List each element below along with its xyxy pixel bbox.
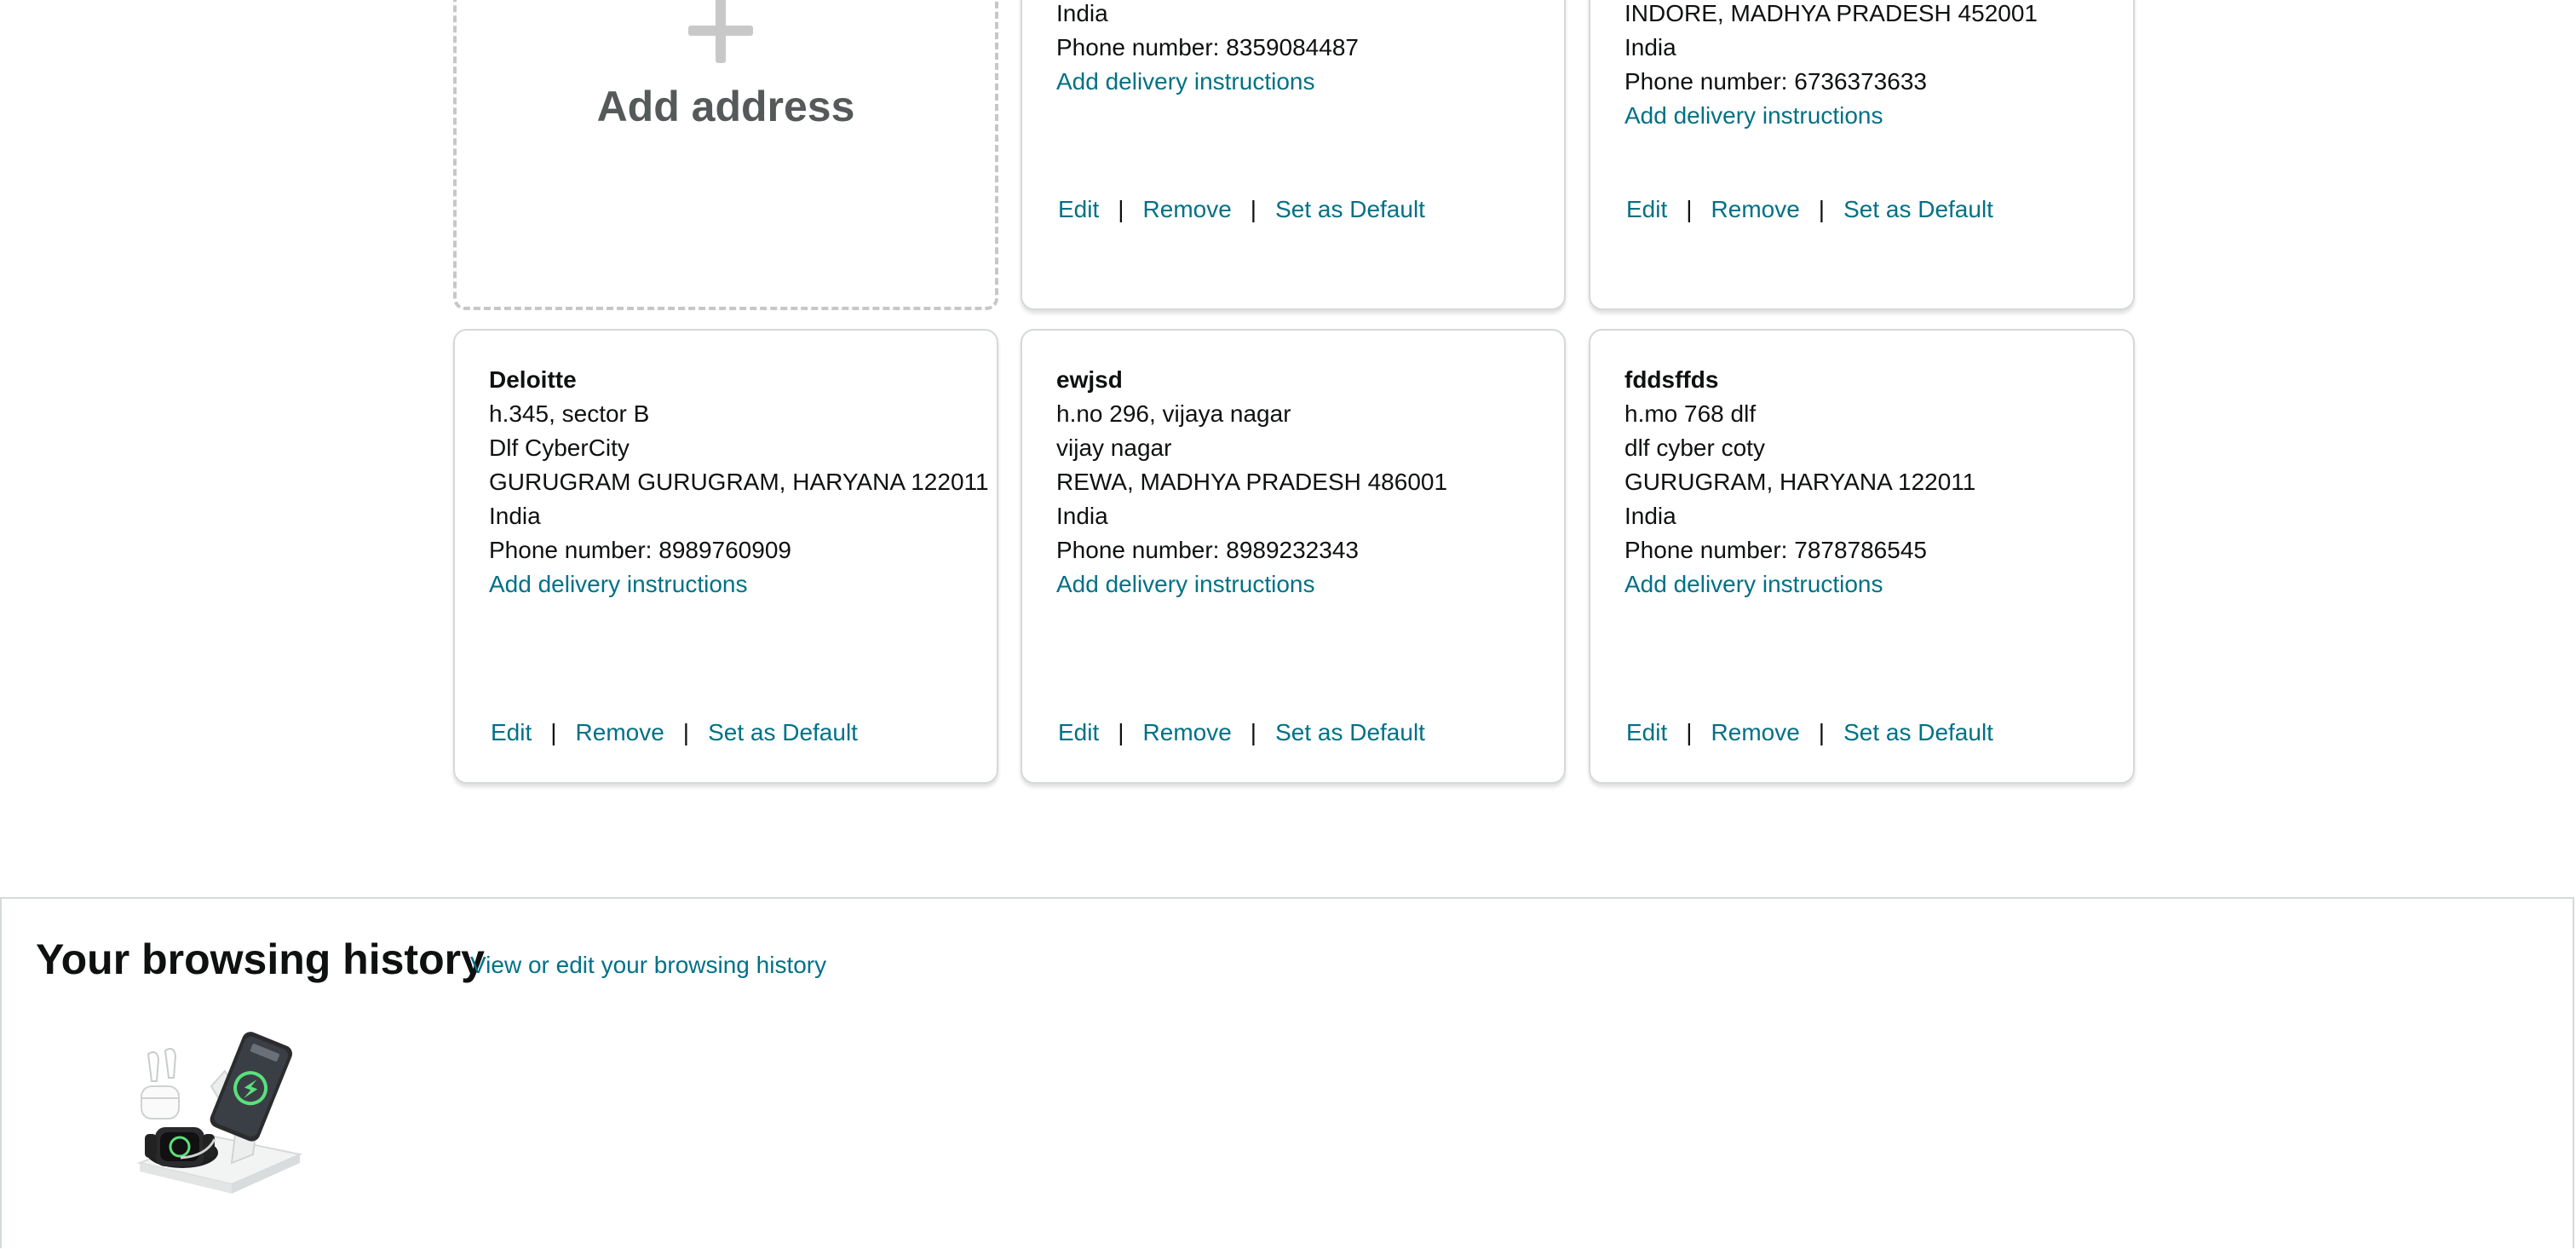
separator: | <box>1250 196 1257 222</box>
remove-link[interactable]: Remove <box>1711 196 1800 222</box>
address-phone: Phone number: 8989760909 <box>489 537 791 563</box>
address-line-1: h.345, sector B <box>489 400 650 427</box>
charger-product-illustration <box>136 1032 303 1194</box>
separator: | <box>1818 196 1826 222</box>
edit-link[interactable]: Edit <box>1626 196 1667 222</box>
address-line-2: vijay nagar <box>1056 435 1172 461</box>
address-name: ewjsd <box>1056 366 1123 393</box>
address-line-1: h.mo 768 dlf <box>1624 400 1757 427</box>
remove-link[interactable]: Remove <box>1143 196 1232 222</box>
edit-link[interactable]: Edit <box>1058 196 1099 222</box>
address-city-state: GURUGRAM, HARYANA 122011 <box>1624 469 1976 495</box>
wireless-charger-stand-product-image[interactable] <box>129 1027 308 1206</box>
address-details: INDORE, MADHYA PRADESH 452001 India Phon… <box>1624 0 2038 133</box>
add-delivery-instructions-link[interactable]: Add delivery instructions <box>1624 567 1975 601</box>
address-actions: Edit | Remove | Set as Default <box>1058 716 1425 750</box>
set-default-link[interactable]: Set as Default <box>1275 719 1425 745</box>
address-card: India Phone number: 8359084487 Add deliv… <box>1021 0 1566 310</box>
address-line-2: Dlf CyberCity <box>489 435 630 461</box>
address-phone: Phone number: 8359084487 <box>1056 34 1359 60</box>
separator: | <box>550 719 557 745</box>
browsing-history-title: Your browsing history <box>36 935 485 983</box>
address-city-state: REWA, MADHYA PRADESH 486001 <box>1056 469 1448 495</box>
add-address-card[interactable]: Add address <box>453 0 998 310</box>
separator: | <box>682 719 690 745</box>
address-city-state: GURUGRAM GURUGRAM, HARYANA 122011 <box>489 469 989 495</box>
address-actions: Edit | Remove | Set as Default <box>1626 193 1993 227</box>
separator: | <box>1118 196 1124 222</box>
add-delivery-instructions-link[interactable]: Add delivery instructions <box>1056 65 1359 99</box>
address-country: India <box>489 503 541 529</box>
address-name: fddsffds <box>1624 366 1719 393</box>
address-country: India <box>1624 34 1676 60</box>
address-details: India Phone number: 8359084487 Add deliv… <box>1056 0 1359 99</box>
edit-link[interactable]: Edit <box>491 719 532 745</box>
address-actions: Edit | Remove | Set as Default <box>1626 716 1993 750</box>
separator: | <box>1818 719 1826 745</box>
address-country: India <box>1056 503 1108 529</box>
view-edit-browsing-history-link[interactable]: View or edit your browsing history <box>470 952 826 979</box>
separator: | <box>1686 719 1693 745</box>
address-card: INDORE, MADHYA PRADESH 452001 India Phon… <box>1589 0 2135 310</box>
address-phone: Phone number: 7878786545 <box>1624 537 1927 563</box>
set-default-link[interactable]: Set as Default <box>1843 719 1993 745</box>
address-details: Deloitte h.345, sector B Dlf CyberCity G… <box>489 363 989 601</box>
add-delivery-instructions-link[interactable]: Add delivery instructions <box>1056 567 1447 601</box>
set-default-link[interactable]: Set as Default <box>708 719 858 745</box>
address-line-1: h.no 296, vijaya nagar <box>1056 400 1291 427</box>
address-name: Deloitte <box>489 366 577 393</box>
plus-icon <box>688 0 753 63</box>
remove-link[interactable]: Remove <box>1143 719 1232 745</box>
set-default-link[interactable]: Set as Default <box>1275 196 1425 222</box>
address-city-state: INDORE, MADHYA PRADESH 452001 <box>1624 0 2038 26</box>
address-line-2: dlf cyber coty <box>1624 435 1765 461</box>
address-phone: Phone number: 6736373633 <box>1624 68 1927 95</box>
address-phone: Phone number: 8989232343 <box>1056 537 1359 563</box>
edit-link[interactable]: Edit <box>1626 719 1667 745</box>
address-country: India <box>1056 0 1108 26</box>
add-delivery-instructions-link[interactable]: Add delivery instructions <box>1624 99 2038 133</box>
add-address-label: Add address <box>596 83 855 130</box>
address-details: ewjsd h.no 296, vijaya nagar vijay nagar… <box>1056 363 1447 601</box>
addresses-page: Add address India Phone number: 83590844… <box>0 0 2576 1249</box>
separator: | <box>1250 719 1257 745</box>
remove-link[interactable]: Remove <box>1711 719 1800 745</box>
address-actions: Edit | Remove | Set as Default <box>491 716 858 750</box>
separator: | <box>1118 719 1124 745</box>
address-details: fddsffds h.mo 768 dlf dlf cyber coty GUR… <box>1624 363 1975 601</box>
address-country: India <box>1624 503 1676 529</box>
separator: | <box>1686 196 1693 222</box>
address-card: ewjsd h.no 296, vijaya nagar vijay nagar… <box>1021 329 1566 784</box>
address-actions: Edit | Remove | Set as Default <box>1058 193 1425 227</box>
set-default-link[interactable]: Set as Default <box>1843 196 1993 222</box>
remove-link[interactable]: Remove <box>576 719 664 745</box>
add-delivery-instructions-link[interactable]: Add delivery instructions <box>489 567 989 601</box>
browsing-history-panel: Your browsing history View or edit your … <box>0 897 2574 1248</box>
edit-link[interactable]: Edit <box>1058 719 1099 745</box>
address-card: fddsffds h.mo 768 dlf dlf cyber coty GUR… <box>1589 329 2135 784</box>
address-card: Deloitte h.345, sector B Dlf CyberCity G… <box>453 329 998 784</box>
